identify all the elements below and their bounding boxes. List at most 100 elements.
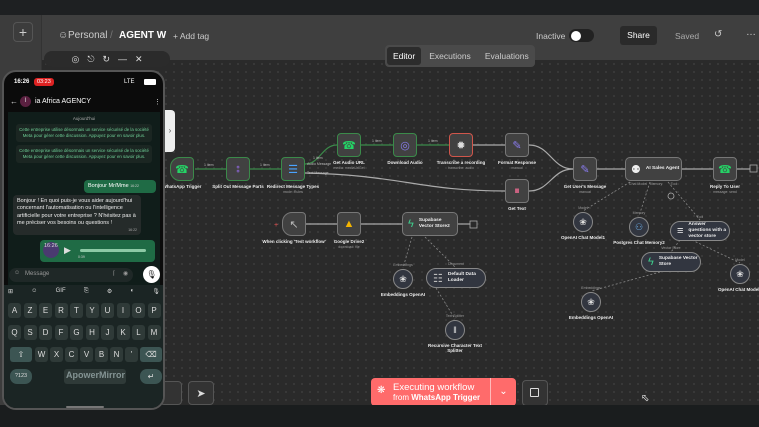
node-subtitle: manual (579, 190, 591, 194)
system-message[interactable]: Cette entreprise utilise désormais un se… (16, 124, 152, 142)
add-node-button[interactable] (469, 220, 478, 229)
system-message[interactable]: Cette entreprise utilise désormais un se… (16, 144, 152, 163)
attach-icon[interactable]: ⌈ (113, 270, 115, 277)
key[interactable]: G (70, 325, 83, 340)
node-label: Format Response (497, 160, 536, 165)
node-answer[interactable]: ≡ Answer questions with a vector store (670, 221, 730, 241)
key[interactable]: ' (125, 347, 138, 362)
keyboard-tool-icon[interactable]: ⎘ (84, 288, 89, 298)
symbols-key[interactable]: ?123 (10, 369, 32, 384)
key[interactable]: E (39, 303, 52, 318)
node-supa2[interactable]: ϟ Supabase Vector Store2 (402, 212, 458, 236)
key[interactable]: I (116, 303, 130, 318)
backspace-key[interactable]: ⌫ (140, 347, 162, 362)
node-pg[interactable]: ⚇ (629, 217, 649, 237)
node-splitter[interactable]: ‖ (445, 320, 465, 340)
keyboard-tool-icon[interactable]: ⊞ (8, 288, 13, 298)
node-usermsg[interactable]: ✎ (573, 157, 597, 181)
key[interactable]: C (65, 347, 78, 362)
shift-key[interactable]: ⇧ (10, 347, 32, 362)
key[interactable]: P (147, 303, 161, 318)
trigger-marker: + (274, 222, 278, 229)
executing-workflow-button[interactable]: ❋ Executing workflow from WhatsApp Trigg… (371, 378, 490, 406)
node-emb2[interactable]: ❀ (393, 269, 413, 289)
mirror-toolbar: ◎ ⎋ ↻ — ✕ (44, 51, 170, 67)
node-label: Embeddings OpenAI (568, 315, 614, 320)
avatar: I (20, 96, 31, 107)
key[interactable]: W (35, 347, 48, 362)
cursor-icon[interactable]: ➤ (188, 381, 214, 405)
document-icon: ☷ (433, 272, 443, 285)
mic-button[interactable]: 🎙 (143, 266, 160, 283)
close-icon[interactable]: ✕ (135, 54, 143, 65)
keyboard-tool-icon[interactable]: ☺ (31, 288, 37, 298)
key[interactable]: O (132, 303, 145, 318)
voice-message[interactable]: ▶ 0:39 16:26 (40, 240, 155, 262)
play-icon[interactable]: ▶ (64, 244, 71, 256)
node-split[interactable]: ⦂ (226, 157, 250, 181)
node-wa[interactable]: ☎ (170, 157, 194, 181)
pin-icon[interactable]: ⎋ (87, 54, 94, 65)
key[interactable]: U (101, 303, 114, 318)
key[interactable]: K (116, 325, 130, 340)
keyboard-tool-icon[interactable]: GIF (56, 288, 66, 298)
node-loader[interactable]: ☷ Default Data Loader (426, 268, 486, 288)
stop-button[interactable] (522, 380, 548, 406)
node-manual[interactable]: ↖ (282, 212, 306, 236)
node-gdrive[interactable]: ▲ (337, 212, 361, 236)
key[interactable]: V (80, 347, 93, 362)
more-icon[interactable]: ⋮ (154, 98, 161, 106)
keyboard-tool-icon[interactable]: 🎙 (152, 288, 160, 298)
key[interactable]: J (101, 325, 114, 340)
key[interactable]: X (50, 347, 63, 362)
key[interactable]: L (132, 325, 145, 340)
key[interactable]: B (95, 347, 108, 362)
add-tool-button[interactable] (667, 192, 675, 200)
node-format[interactable]: ✎ (505, 133, 529, 157)
node-agent[interactable]: ⚉ AI Sales Agent (625, 157, 682, 181)
key[interactable]: M (147, 325, 161, 340)
enter-key[interactable]: ↵ (140, 369, 162, 384)
contact-name[interactable]: ia Africa AGENCY (35, 98, 91, 105)
key[interactable]: T (70, 303, 83, 318)
settings-icon[interactable]: ◎ (71, 54, 79, 65)
keyboard-tool-icon[interactable]: ◐ (130, 288, 134, 298)
key[interactable]: Q (8, 325, 21, 340)
message-input[interactable]: Message ☺ ⌈ ◉ (9, 268, 133, 282)
rotate-icon[interactable]: ↻ (102, 54, 110, 65)
whatsapp-icon: ☎ (175, 163, 189, 176)
node-transcribe[interactable]: ✹ (449, 133, 473, 157)
phone-time: 16:26 (14, 79, 30, 85)
key[interactable]: R (54, 303, 68, 318)
node-supa[interactable]: ϟ Supabase Vector Store (641, 252, 701, 272)
voice-duration: 0:39 (78, 255, 85, 259)
node-redirect[interactable]: ☰ (281, 157, 305, 181)
camera-icon[interactable]: ◉ (123, 270, 128, 277)
key[interactable]: D (39, 325, 52, 340)
edge (304, 172, 506, 192)
add-node-button[interactable] (749, 164, 758, 173)
node-reply[interactable]: ☎ (713, 157, 737, 181)
node-oai1[interactable]: ❀ (573, 212, 593, 232)
back-arrow-icon[interactable]: ← (10, 97, 18, 106)
node-audiourl[interactable]: ☎ (337, 133, 361, 157)
node-emb1[interactable]: ❀ (581, 292, 601, 312)
expand-panel-handle[interactable]: › (165, 110, 175, 152)
key[interactable]: A (8, 303, 21, 318)
emoji-icon[interactable]: ☺ (14, 270, 20, 276)
node-download[interactable]: ◎ (393, 133, 417, 157)
input-port-label: Tool (696, 215, 704, 219)
key[interactable]: Y (85, 303, 99, 318)
node-gettext[interactable]: ⏸ (505, 179, 529, 203)
mouse-pointer-icon: ⬁ (641, 393, 650, 404)
node-label: Get Text (508, 206, 526, 211)
minimize-icon[interactable]: — (118, 54, 127, 64)
key[interactable]: H (85, 325, 99, 340)
key[interactable]: F (54, 325, 68, 340)
keyboard-tool-icon[interactable]: ⚙ (107, 288, 112, 298)
key[interactable]: Z (23, 303, 37, 318)
key[interactable]: S (23, 325, 37, 340)
node-oai3[interactable]: ❀ (730, 264, 750, 284)
chevron-down-icon[interactable]: ⌄ (490, 378, 516, 406)
key[interactable]: N (110, 347, 123, 362)
